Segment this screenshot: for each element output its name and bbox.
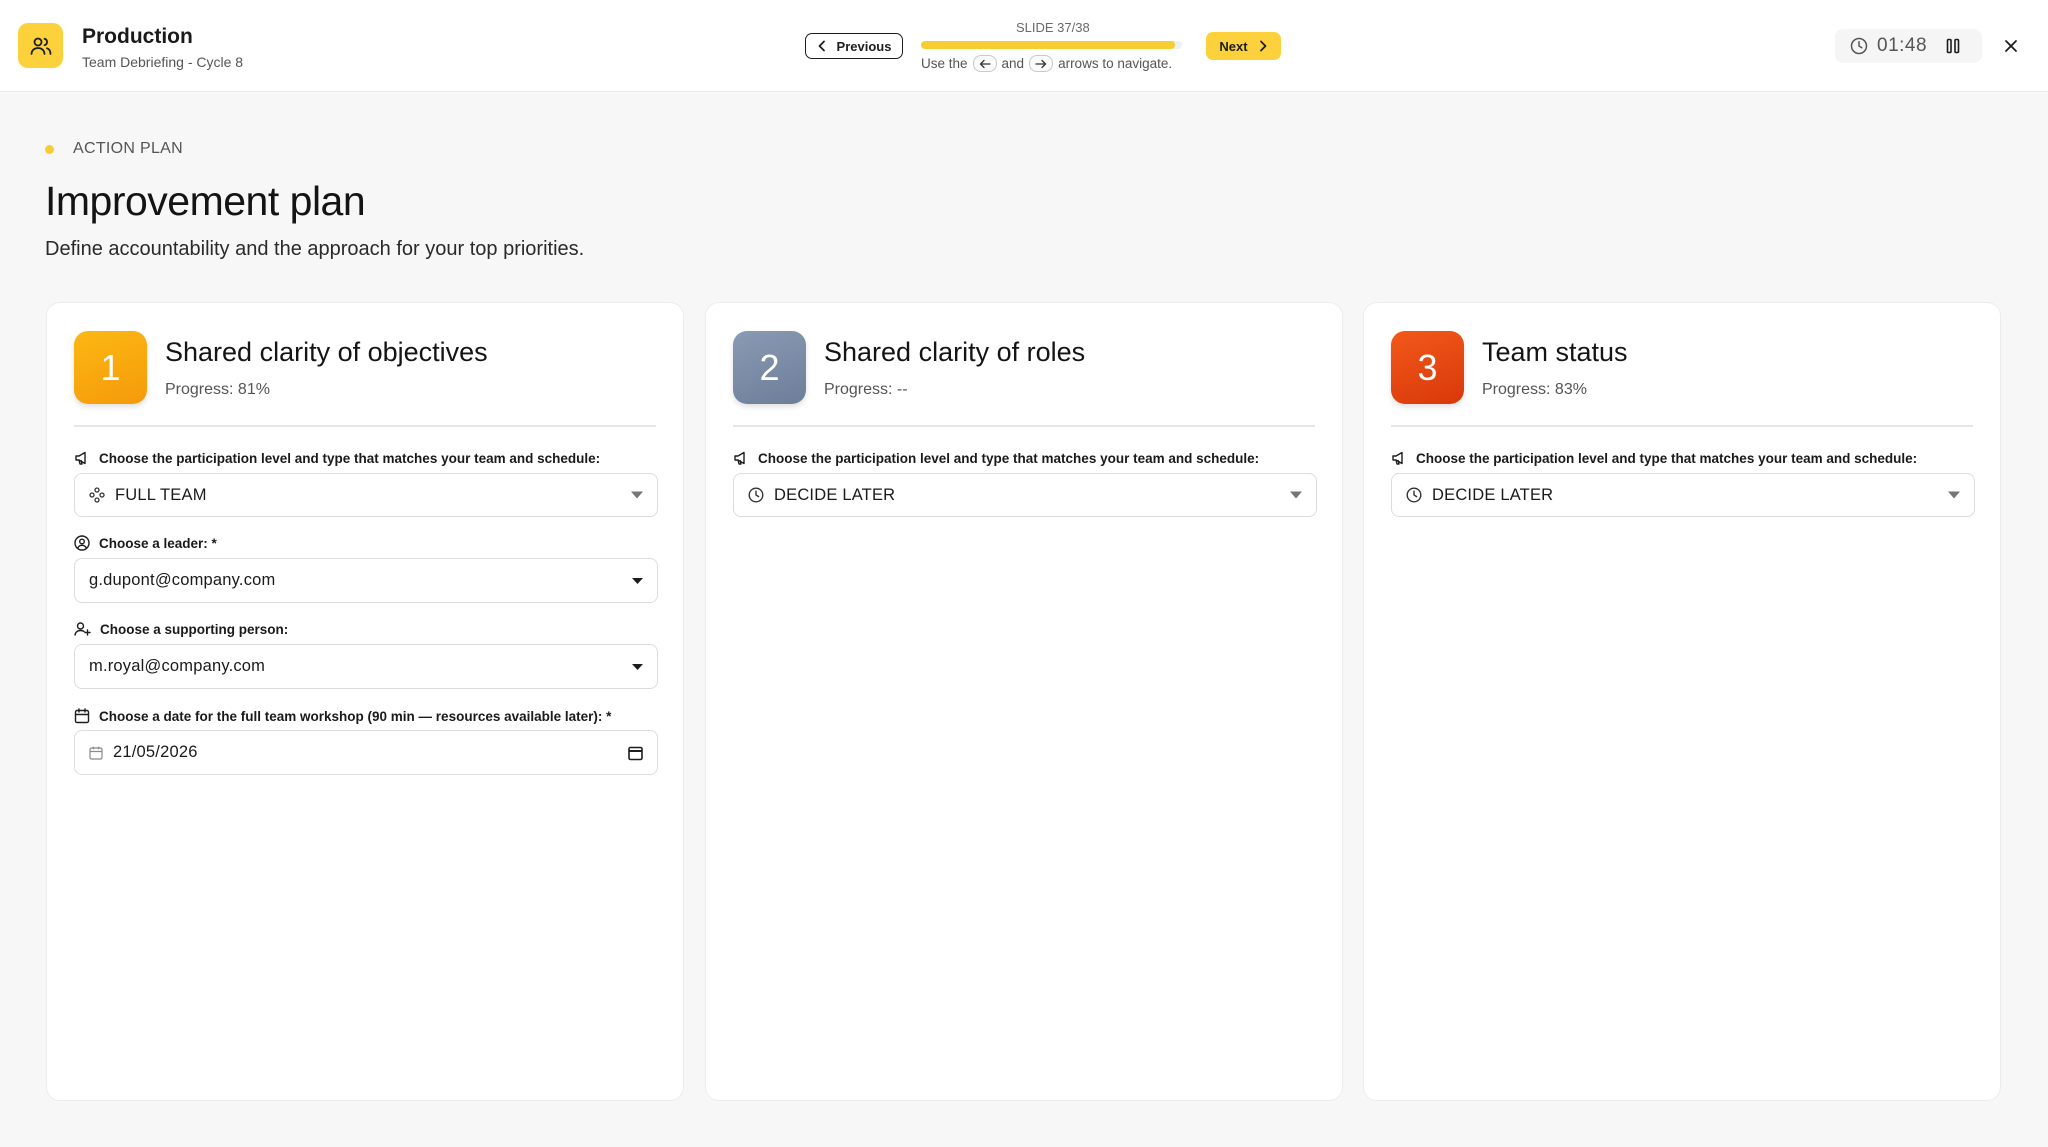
app-title: Production: [82, 25, 193, 48]
support-label: Choose a supporting person:: [74, 621, 288, 637]
previous-button[interactable]: Previous: [805, 33, 903, 59]
next-label: Next: [1219, 38, 1248, 54]
priority-number-badge: 2: [733, 331, 806, 404]
page-title: Improvement plan: [45, 178, 366, 224]
close-button[interactable]: [2000, 35, 2022, 57]
arrow-right-key-icon: [1029, 55, 1054, 72]
participation-label-text: Choose the participation level and type …: [99, 450, 601, 466]
pause-icon: [1946, 38, 1960, 54]
next-button[interactable]: Next: [1206, 32, 1281, 60]
participation-select[interactable]: DECIDE LATER: [733, 473, 1317, 517]
card-title: Team status: [1482, 337, 1628, 367]
slide-counter: SLIDE 37/38: [1016, 20, 1090, 35]
hint-and: and: [1001, 56, 1025, 71]
slide-progress-fill: [921, 41, 1176, 49]
date-input[interactable]: 21/05/2026: [74, 730, 658, 775]
megaphone-icon: [1392, 451, 1403, 465]
calendar-small-icon: [89, 746, 103, 760]
card-progress: Progress: 83%: [1482, 381, 1587, 398]
participation-select[interactable]: FULL TEAM: [74, 473, 658, 517]
participation-label-text: Choose the participation level and type …: [1416, 450, 1918, 466]
previous-label: Previous: [836, 38, 892, 54]
clock-icon: [1850, 37, 1868, 55]
users-icon: [18, 23, 63, 68]
card-divider: [733, 425, 1315, 427]
caret-down-icon: [632, 577, 643, 584]
priority-card-1: 1 Shared clarity of objectives Progress:…: [46, 302, 684, 1101]
close-icon: [2005, 40, 2017, 52]
megaphone-icon: [75, 451, 86, 465]
participation-value: DECIDE LATER: [1432, 485, 1554, 504]
participation-value: DECIDE LATER: [774, 485, 896, 504]
pause-button[interactable]: [1946, 38, 1960, 54]
clock-icon: [748, 487, 764, 503]
support-label-text: Choose a supporting person:: [100, 621, 289, 637]
leader-label-text: Choose a leader: *: [99, 535, 217, 551]
timer-value: 01:48: [1877, 35, 1928, 56]
card-title: Shared clarity of roles: [824, 337, 1086, 367]
leader-value: g.dupont@company.com: [89, 571, 276, 589]
caret-down-icon: [632, 663, 643, 670]
card-progress: Progress: --: [824, 381, 908, 398]
card-progress: Progress: 81%: [165, 381, 270, 398]
participation-label: Choose the participation level and type …: [733, 450, 1259, 466]
hint-prefix: Use the: [921, 56, 968, 71]
date-label-text: Choose a date for the full team workshop…: [99, 708, 612, 724]
card-title: Shared clarity of objectives: [165, 337, 488, 367]
section-label: ACTION PLAN: [73, 140, 183, 157]
participation-value: FULL TEAM: [115, 485, 207, 504]
participation-select[interactable]: DECIDE LATER: [1391, 473, 1975, 517]
user-circle-icon: [74, 535, 90, 551]
caret-down-icon: [1948, 491, 1960, 499]
megaphone-icon: [734, 451, 745, 465]
date-label: Choose a date for the full team workshop…: [74, 708, 611, 724]
participation-label: Choose the participation level and type …: [74, 450, 600, 466]
support-value: m.royal@company.com: [89, 657, 266, 675]
navigation-hint: Use the and arrows to navigate.: [921, 55, 1172, 72]
slide-progress-bar: [921, 41, 1182, 49]
timer: 01:48: [1835, 29, 1982, 63]
participation-label-text: Choose the participation level and type …: [758, 450, 1260, 466]
chevron-left-icon: [818, 40, 825, 52]
priority-card-3: 3 Team status Progress: 83% Choose the p…: [1363, 302, 2001, 1101]
leader-select[interactable]: g.dupont@company.com: [74, 558, 658, 603]
participation-label: Choose the participation level and type …: [1391, 450, 1917, 466]
priority-number-badge: 1: [74, 331, 147, 404]
clock-icon: [1406, 487, 1422, 503]
calendar-icon: [74, 708, 90, 724]
page-description: Define accountability and the approach f…: [45, 238, 585, 260]
user-plus-icon: [74, 622, 91, 636]
leader-label: Choose a leader: *: [74, 535, 217, 551]
date-value: 21/05/2026: [113, 743, 198, 761]
app-subtitle: Team Debriefing - Cycle 8: [82, 54, 244, 70]
hint-suffix: arrows to navigate.: [1058, 56, 1173, 71]
arrow-left-key-icon: [972, 55, 997, 72]
priority-card-2: 2 Shared clarity of roles Progress: -- C…: [705, 302, 1343, 1101]
calendar-picker-icon[interactable]: [628, 745, 643, 760]
section-dot: [45, 145, 54, 154]
card-divider: [74, 425, 656, 427]
top-bar: Production Team Debriefing - Cycle 8 Pre…: [0, 0, 2048, 92]
support-select[interactable]: m.royal@company.com: [74, 644, 658, 689]
caret-down-icon: [631, 491, 643, 499]
chevron-right-icon: [1259, 40, 1266, 52]
priority-number-badge: 3: [1391, 331, 1464, 404]
card-divider: [1391, 425, 1973, 427]
team-nodes-icon: [89, 487, 105, 503]
caret-down-icon: [1290, 491, 1302, 499]
